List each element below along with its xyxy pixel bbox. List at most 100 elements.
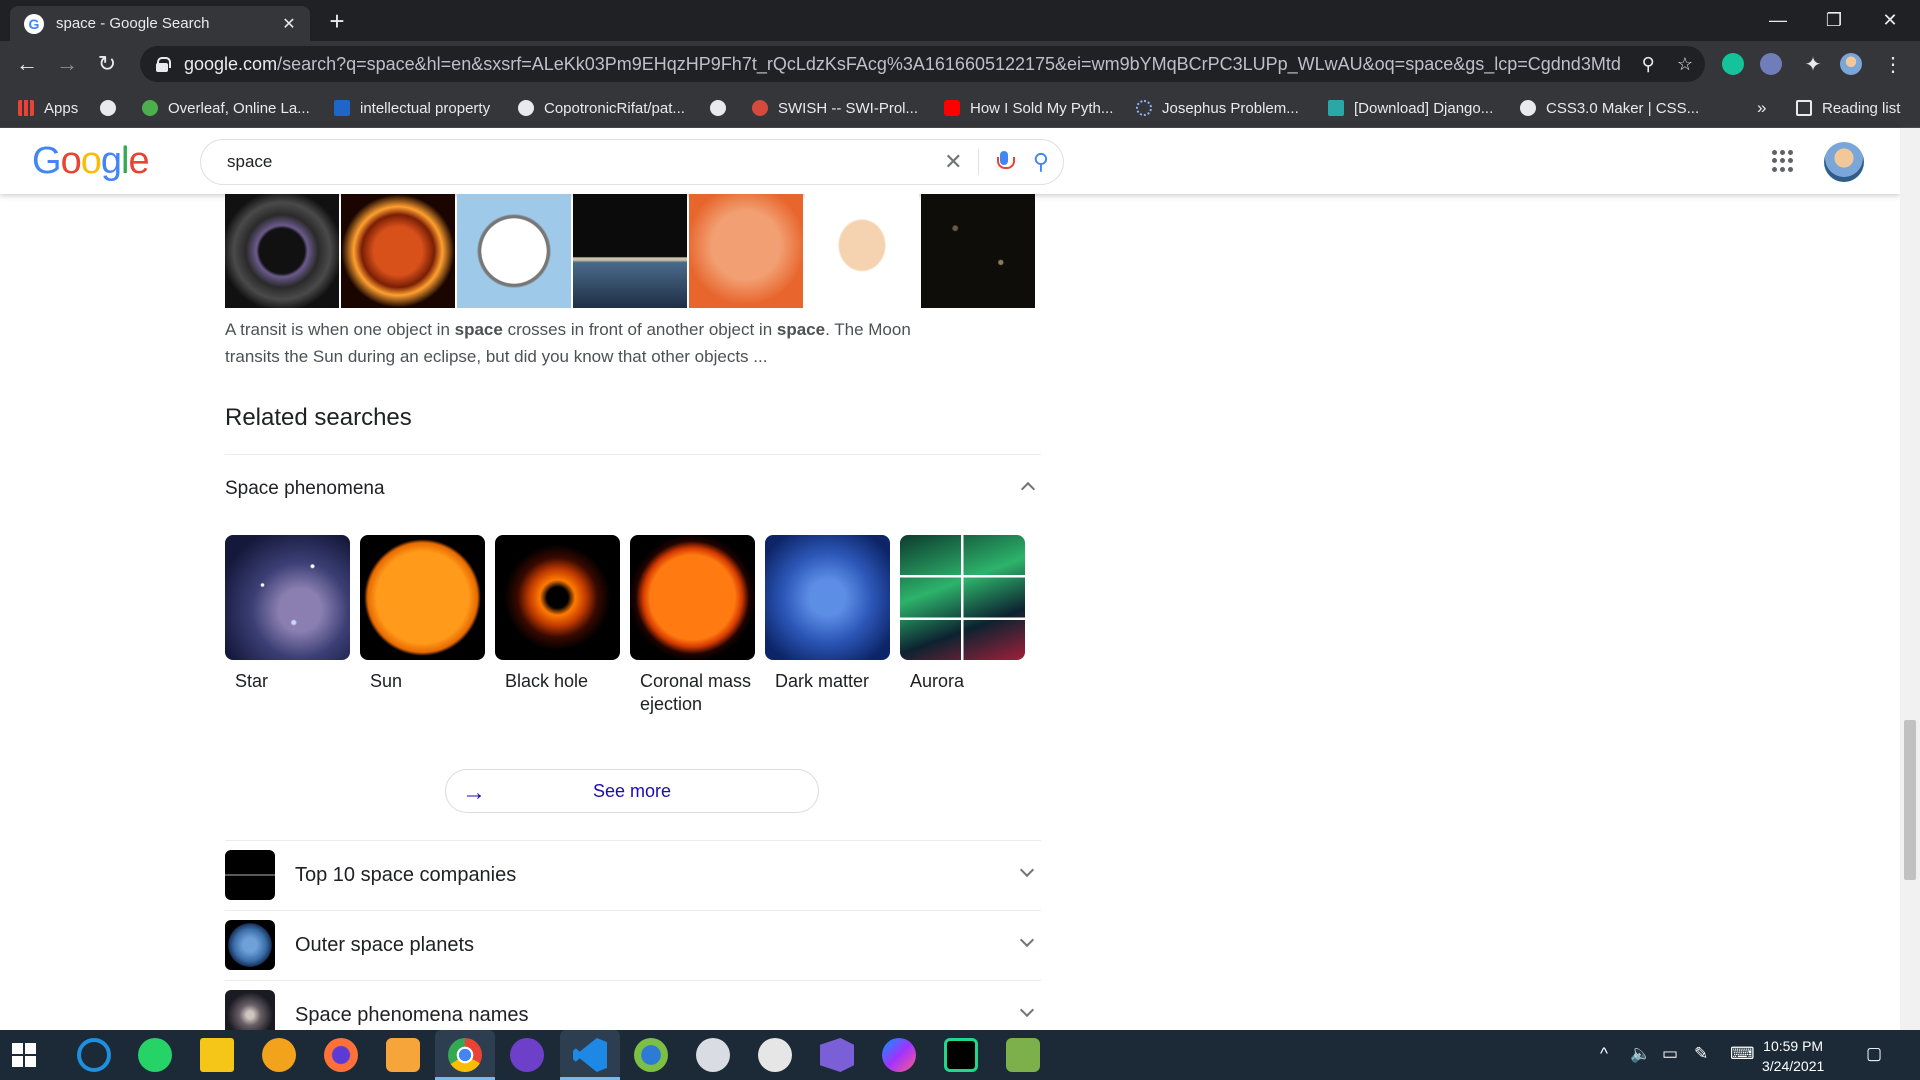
card-coronal-mass-ejection[interactable]: Coronal mass ejection	[630, 535, 755, 716]
logo-letter: o	[80, 140, 102, 182]
chevron-down-icon[interactable]	[1017, 1002, 1037, 1025]
app-icon[interactable]	[77, 1038, 111, 1072]
card-aurora[interactable]: Aurora	[900, 535, 1025, 716]
system-clock[interactable]: 10:59 PM 3/24/2021	[1762, 1036, 1824, 1076]
forward-button[interactable]: →	[52, 49, 82, 79]
extensions-puzzle-icon[interactable]: ✦	[1798, 49, 1828, 79]
site-icon	[334, 100, 350, 116]
logo-letter: e	[128, 140, 149, 182]
search-input[interactable]: space	[227, 152, 939, 172]
bookmark-swish[interactable]: SWISH -- SWI-Prol...	[752, 97, 918, 119]
search-box[interactable]: space ✕ ⚲	[200, 139, 1064, 185]
result-thumbnail[interactable]	[805, 194, 919, 308]
bookmark-star-icon[interactable]: ☆	[1677, 54, 1693, 75]
app-icon[interactable]	[634, 1038, 668, 1072]
keyboard-icon[interactable]: ⌨	[1730, 1044, 1755, 1064]
minimize-button[interactable]: —	[1750, 0, 1806, 41]
google-apps-icon[interactable]	[1772, 150, 1794, 172]
card-sun[interactable]: Sun	[360, 535, 485, 716]
visual-studio-icon[interactable]	[820, 1038, 854, 1072]
extension-icon[interactable]	[1760, 53, 1782, 75]
result-thumbnail[interactable]	[921, 194, 1035, 308]
account-avatar[interactable]	[1824, 142, 1864, 182]
restore-button[interactable]: ❐	[1806, 0, 1862, 41]
google-favicon-icon: G	[24, 13, 44, 34]
card-star[interactable]: Star	[225, 535, 350, 716]
url-text: google.com/search?q=space&hl=en&sxsrf=AL…	[184, 53, 1620, 74]
clear-search-icon[interactable]: ✕	[939, 149, 979, 175]
related-top-space-companies[interactable]: Top 10 space companies	[225, 840, 1041, 910]
chevron-down-icon[interactable]	[1017, 932, 1037, 955]
notifications-icon[interactable]: ▢	[1866, 1044, 1882, 1064]
bookmark-globe-2[interactable]	[710, 97, 736, 119]
pycharm-icon[interactable]	[944, 1038, 978, 1072]
card-black-hole[interactable]: Black hole	[495, 535, 620, 716]
new-tab-button[interactable]: +	[320, 6, 354, 36]
app-icon[interactable]	[696, 1038, 730, 1072]
overleaf-icon	[142, 100, 158, 116]
volume-icon[interactable]: 🔈	[1630, 1044, 1651, 1064]
space-phenomena-header[interactable]: Space phenomena	[225, 478, 385, 500]
bookmark-overleaf[interactable]: Overleaf, Online La...	[142, 97, 310, 119]
github-desktop-icon[interactable]	[510, 1038, 544, 1072]
chrome-menu-icon[interactable]: ⋮	[1878, 49, 1908, 79]
google-logo[interactable]: Google	[32, 140, 150, 183]
scrollbar-thumb[interactable]	[1904, 720, 1916, 880]
result-thumbnail[interactable]	[573, 194, 687, 308]
address-bar[interactable]: google.com/search?q=space&hl=en&sxsrf=AL…	[140, 46, 1705, 82]
bookmark-globe[interactable]	[100, 97, 126, 119]
related-space-phenomena-names[interactable]: Space phenomena names	[225, 980, 1041, 1030]
chevron-up-icon[interactable]	[1018, 478, 1038, 498]
tab-close-icon[interactable]: ✕	[278, 14, 300, 34]
black-hole-image	[495, 535, 620, 660]
result-snippet: A transit is when one object in space cr…	[225, 316, 945, 370]
app-icon[interactable]	[386, 1038, 420, 1072]
show-hidden-icons-chevron-icon[interactable]: ^	[1600, 1044, 1608, 1064]
search-icon[interactable]: ⚲	[1033, 149, 1049, 175]
related-label: Top 10 space companies	[295, 863, 517, 886]
result-thumbnail[interactable]	[225, 194, 339, 308]
brave-icon[interactable]	[262, 1038, 296, 1072]
app-icon[interactable]	[1006, 1038, 1040, 1072]
bookmark-label: Overleaf, Online La...	[168, 99, 310, 117]
messenger-icon[interactable]	[882, 1038, 916, 1072]
coronal-mass-ejection-image	[630, 535, 755, 660]
firefox-icon[interactable]	[324, 1038, 358, 1072]
reading-list-button[interactable]: Reading list	[1796, 97, 1900, 119]
result-thumbnail[interactable]	[457, 194, 571, 308]
bookmark-css-maker[interactable]: CSS3.0 Maker | CSS...	[1520, 97, 1699, 119]
result-thumbnail[interactable]	[341, 194, 455, 308]
windows-start-icon[interactable]	[12, 1043, 36, 1067]
chrome-taskbar-button[interactable]	[435, 1030, 495, 1080]
result-thumbnail[interactable]	[689, 194, 803, 308]
back-button[interactable]: ←	[12, 49, 42, 79]
bookmark-github[interactable]: CopotronicRifat/pat...	[518, 97, 685, 119]
pen-icon[interactable]: ✎	[1694, 1044, 1708, 1064]
whatsapp-icon[interactable]	[138, 1038, 172, 1072]
app-icon[interactable]	[758, 1038, 792, 1072]
bookmark-intellectual-property[interactable]: intellectual property	[334, 97, 490, 119]
reload-button[interactable]: ↻	[92, 49, 122, 79]
network-icon[interactable]: ▭	[1662, 1044, 1678, 1064]
active-tab[interactable]: G space - Google Search ✕	[10, 6, 310, 41]
bookmark-josephus[interactable]: Josephus Problem...	[1136, 97, 1299, 119]
swish-icon	[752, 100, 768, 116]
see-more-button[interactable]: → See more	[445, 769, 819, 813]
related-outer-space-planets[interactable]: Outer space planets	[225, 910, 1041, 980]
voice-search-icon[interactable]	[996, 151, 1015, 173]
file-explorer-icon[interactable]	[200, 1038, 234, 1072]
bookmark-apps[interactable]: Apps	[18, 97, 78, 119]
card-dark-matter[interactable]: Dark matter	[765, 535, 890, 716]
snippet-highlight: space	[454, 320, 503, 339]
bookmark-label: SWISH -- SWI-Prol...	[778, 99, 918, 117]
bookmark-django[interactable]: [Download] Django...	[1328, 97, 1493, 119]
grammarly-extension-icon[interactable]	[1722, 53, 1744, 75]
chevron-down-icon[interactable]	[1017, 862, 1037, 885]
close-window-button[interactable]: ✕	[1862, 0, 1918, 41]
profile-avatar-icon[interactable]	[1840, 53, 1862, 75]
page-scrollbar[interactable]	[1900, 128, 1920, 1030]
location-pin-icon[interactable]: ⚲	[1642, 54, 1655, 75]
vscode-taskbar-button[interactable]	[560, 1030, 620, 1080]
bookmarks-overflow-button[interactable]: »	[1757, 97, 1766, 119]
bookmark-youtube[interactable]: How I Sold My Pyth...	[944, 97, 1113, 119]
